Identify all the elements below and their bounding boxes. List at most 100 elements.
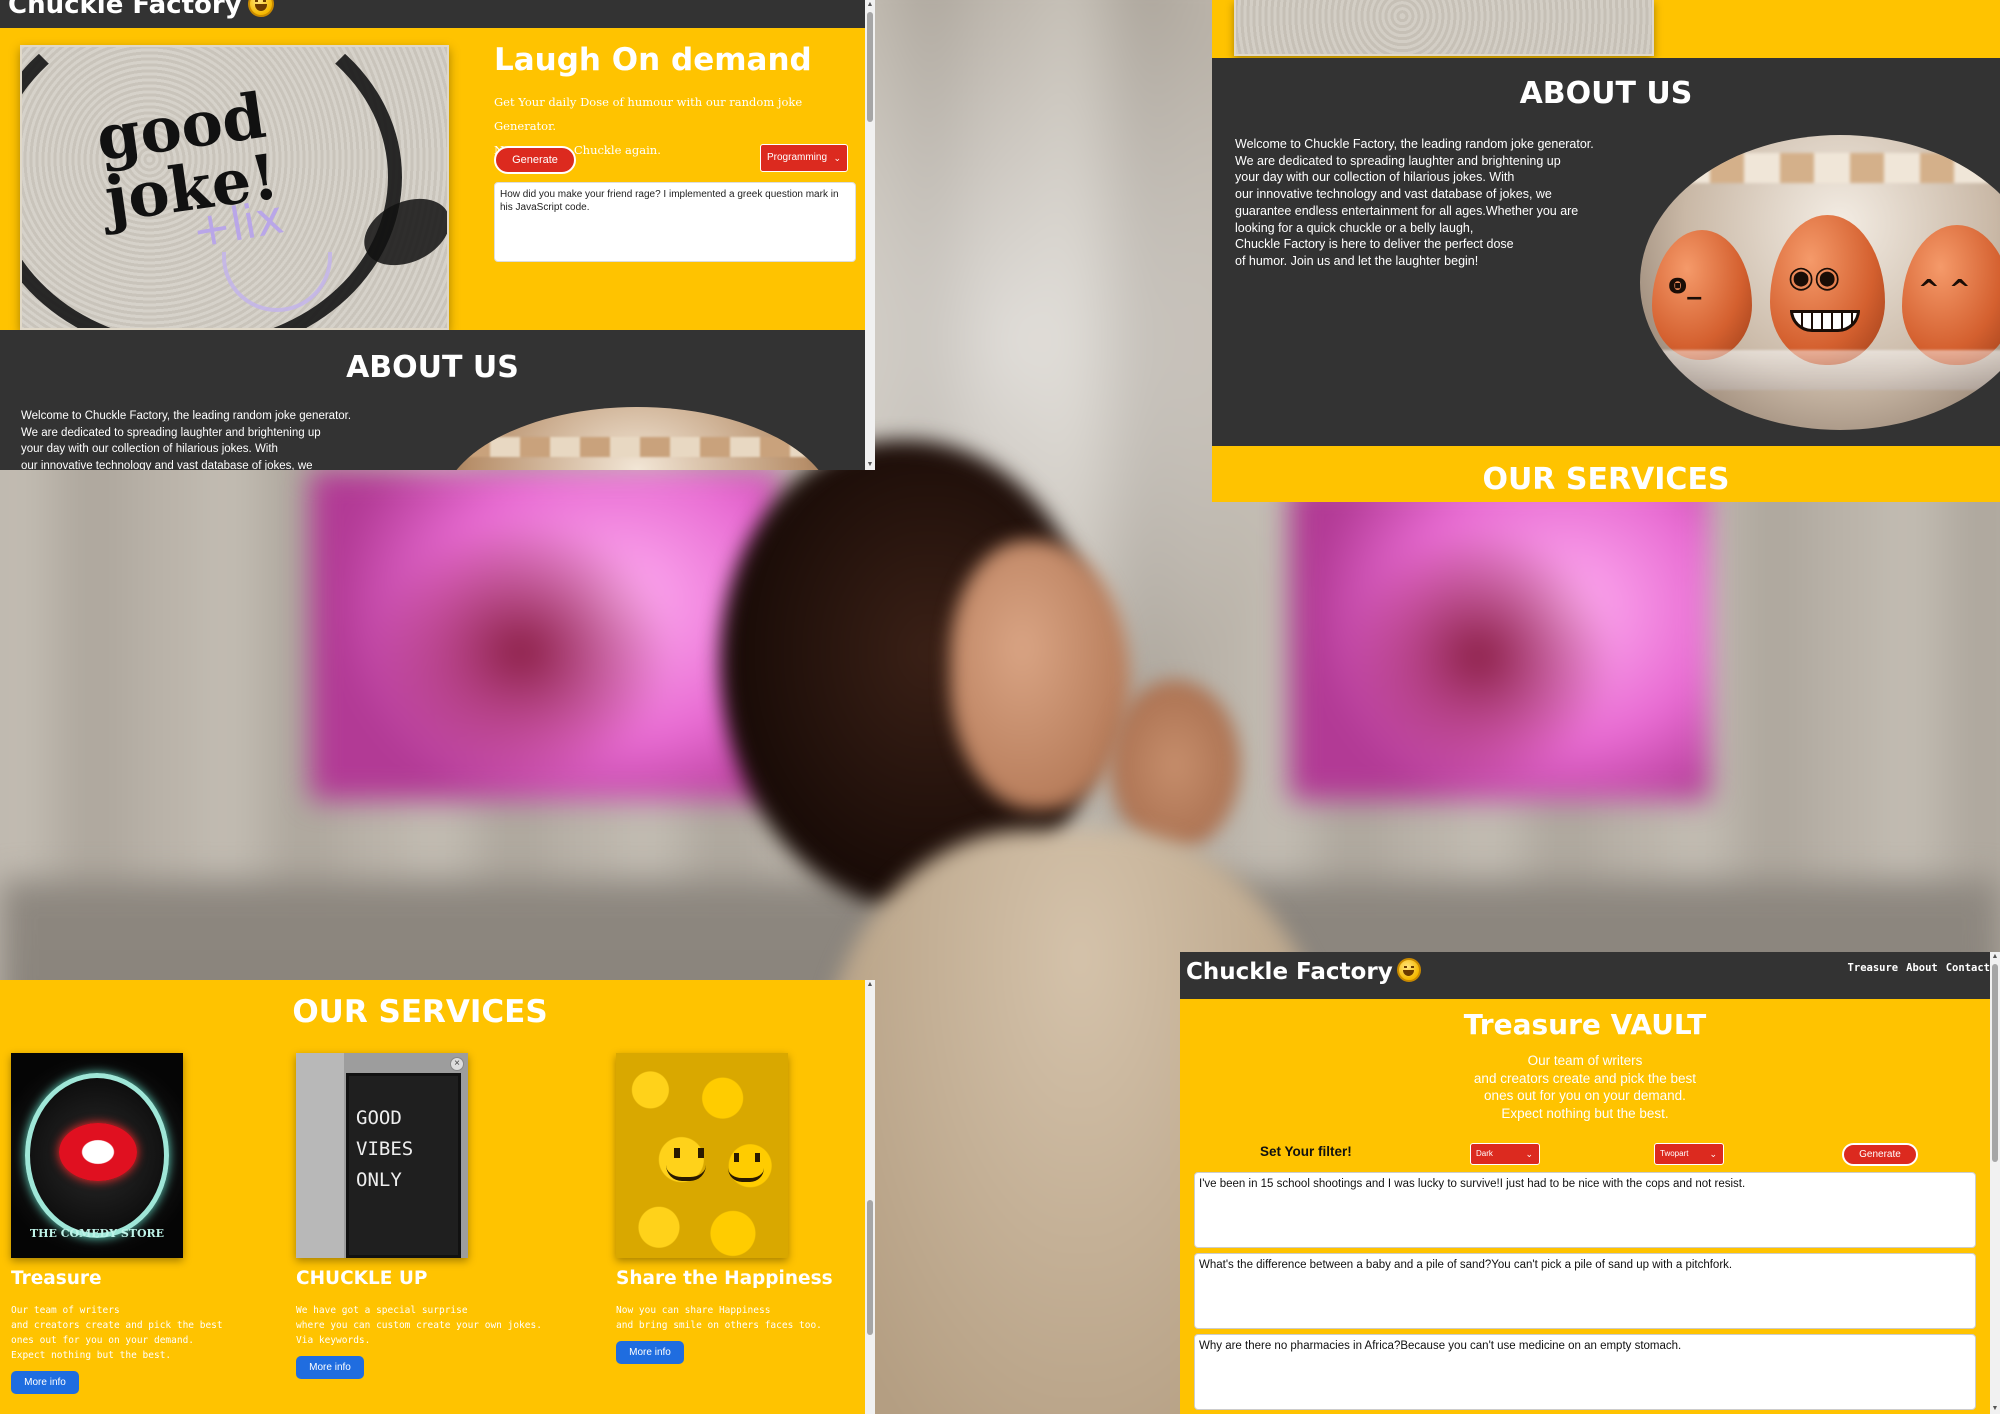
grinning-emoji-icon (1396, 958, 1421, 982)
joke-output-box[interactable]: How did you make your friend rage? I imp… (494, 182, 856, 262)
egg-carton-rim (1640, 153, 2000, 183)
service-card-title: CHUCKLE UP (296, 1268, 428, 1289)
eggs-image: ꙩ_ ◉◉ ^ ^ (1640, 135, 2000, 430)
scroll-down-arrow-icon[interactable]: ▼ (865, 460, 875, 470)
egg-face-left: ꙩ_ (1668, 267, 1702, 300)
hero-title: Laugh On demand (494, 42, 812, 78)
about-line: our innovative technology and vast datab… (21, 459, 313, 471)
joke-type-select[interactable]: Dark ⌄ (1470, 1143, 1540, 1165)
category-selected-value: Programming (767, 152, 828, 163)
chevron-down-icon: ⌄ (1525, 1149, 1533, 1159)
service-card-desc: We have got a special surprise where you… (296, 1305, 542, 1346)
nav-link-contact[interactable]: Contact (1946, 962, 1990, 974)
screenshot-about: ABOUT US Welcome to Chuckle Factory, the… (1212, 0, 2000, 502)
top-nav-bar: Chuckle Factory Treasure About Contact (1180, 952, 1990, 999)
brand-logo-text[interactable]: Chuckle Factory (1186, 958, 1421, 985)
nav-links: Treasure About Contact (1840, 962, 1990, 974)
joke-type-value: Dark (1476, 1149, 1493, 1158)
scroll-up-arrow-icon[interactable]: ▲ (1990, 952, 2000, 962)
scroll-down-arrow-icon[interactable]: ▼ (1990, 1404, 2000, 1414)
joke-output-box[interactable]: I've been in 15 school shootings and I w… (1194, 1172, 1976, 1248)
vault-subtitle: Our team of writers and creators create … (1473, 1053, 1697, 1121)
generate-button[interactable]: Generate (1842, 1143, 1918, 1166)
nav-link-treasure[interactable]: Treasure (1848, 962, 1899, 974)
egg-teeth (1790, 310, 1860, 332)
smiley-mouth (666, 1165, 706, 1181)
grinning-emoji-icon (247, 0, 274, 17)
about-line: our innovative technology and vast datab… (1235, 187, 1552, 202)
service-card-chuckle-up: GOOD VIBES ONLY × CHUCKLE UP We have got… (296, 1053, 542, 1379)
about-line: Welcome to Chuckle Factory, the leading … (1235, 137, 1594, 151)
comedy-store-neon-icon: THE COMEDY STORE (11, 1053, 183, 1258)
joke-format-select[interactable]: Twopart ⌄ (1654, 1143, 1724, 1165)
graffiti-image-bottom-edge (1234, 0, 1654, 56)
egg-carton-rim (460, 437, 815, 457)
about-line: guarantee endless entertainment for all … (1235, 203, 1579, 218)
letter-board-icon: GOOD VIBES ONLY × (296, 1053, 468, 1258)
scrollbar[interactable]: ▲ ▼ (1990, 952, 2000, 1414)
about-section: ABOUT US Welcome to Chuckle Factory, the… (0, 330, 865, 470)
letter-board-text: GOOD VIBES ONLY (356, 1107, 414, 1191)
neon-store-text: THE COMEDY STORE (29, 1227, 165, 1240)
services-title: OUR SERVICES (1482, 462, 1730, 497)
close-circle-icon[interactable]: × (450, 1057, 464, 1071)
scrollbar[interactable]: ▲ ▼ (865, 0, 875, 470)
brand-logo-text[interactable]: Chuckle Factory (8, 0, 274, 20)
service-card-title: Share the Happiness (616, 1268, 833, 1289)
screenshot-services: OUR SERVICES THE COMEDY STORE Treasure O… (0, 980, 875, 1414)
about-text: Welcome to Chuckle Factory, the leading … (1235, 136, 1635, 270)
about-line: Welcome to Chuckle Factory, the leading … (21, 410, 352, 422)
about-line: your day with our collection of hilariou… (21, 443, 278, 455)
background-screen-right (1290, 480, 1710, 800)
about-section: ABOUT US Welcome to Chuckle Factory, the… (1212, 58, 2000, 446)
about-line: of humor. Join us and let the laughter b… (1235, 253, 1479, 268)
scroll-up-arrow-icon[interactable]: ▲ (865, 980, 875, 990)
about-line: looking for a quick chuckle or a belly l… (1235, 220, 1474, 235)
background-screen-left (310, 470, 780, 800)
top-nav-bar: Chuckle Factory (0, 0, 865, 28)
filter-label: Set Your filter! (1260, 1144, 1352, 1159)
service-card-treasure: THE COMEDY STORE Treasure Our team of wr… (11, 1053, 223, 1394)
category-select[interactable]: Programming ⌄ (760, 144, 848, 172)
good-joke-graffiti-image: good joke! +lix (20, 45, 449, 330)
scroll-up-arrow-icon[interactable]: ▲ (865, 0, 875, 10)
service-card-share-happiness: Share the Happiness Now you can share Ha… (616, 1053, 833, 1364)
service-card-title: Treasure (11, 1268, 102, 1289)
nav-link-about[interactable]: About (1906, 962, 1938, 974)
about-line: your day with our collection of hilariou… (1235, 170, 1515, 185)
about-line: We are dedicated to spreading laughter a… (1235, 153, 1561, 168)
scrollbar-thumb[interactable] (867, 1200, 873, 1335)
joke-format-value: Twopart (1660, 1149, 1689, 1158)
joke-output-box[interactable]: What's the difference between a baby and… (1194, 1253, 1976, 1329)
neon-lips (59, 1123, 137, 1181)
service-card-desc: Our team of writers and creators create … (11, 1305, 223, 1361)
scrollbar-thumb[interactable] (1992, 964, 1998, 1162)
scrollbar[interactable]: ▲ (865, 980, 875, 1414)
more-info-button[interactable]: More info (296, 1356, 364, 1379)
egg-face-right: ^ ^ (1918, 275, 1971, 305)
about-title: ABOUT US (1519, 76, 1693, 111)
screenshot-treasure-vault: Chuckle Factory Treasure About Contact Tre… (1180, 952, 2000, 1414)
about-line: We are dedicated to spreading laughter a… (21, 426, 321, 439)
screenshot-hero: Chuckle Factory good joke! +lix Laugh On… (0, 0, 875, 470)
joke-output-box[interactable]: Why are there no pharmacies in Africa?Be… (1194, 1334, 1976, 1410)
about-title: ABOUT US (346, 350, 519, 385)
smiley-faces-icon (616, 1053, 788, 1258)
chevron-down-icon: ⌄ (833, 153, 841, 163)
service-card-desc: Now you can share Happiness and bring sm… (616, 1305, 822, 1331)
more-info-button[interactable]: More info (616, 1341, 684, 1364)
smiley-eyes (734, 1153, 760, 1162)
smiley-mouth (728, 1168, 764, 1182)
chevron-down-icon: ⌄ (1709, 1149, 1717, 1159)
scrollbar-thumb[interactable] (867, 12, 873, 122)
egg-face-middle: ◉◉ (1788, 260, 1841, 295)
vault-title: Treasure VAULT (1463, 1008, 1707, 1041)
more-info-button[interactable]: More info (11, 1371, 79, 1394)
generate-button[interactable]: Generate (494, 146, 576, 174)
smiley-eyes (674, 1148, 704, 1158)
background-person-hand (1110, 680, 1240, 850)
hero-subtitle-line: Get Your daily Dose of humour with our r… (494, 95, 803, 133)
about-line: Chuckle Factory is here to deliver the p… (1235, 237, 1514, 252)
services-title: OUR SERVICES (292, 994, 548, 1030)
eggs-image (440, 407, 835, 470)
